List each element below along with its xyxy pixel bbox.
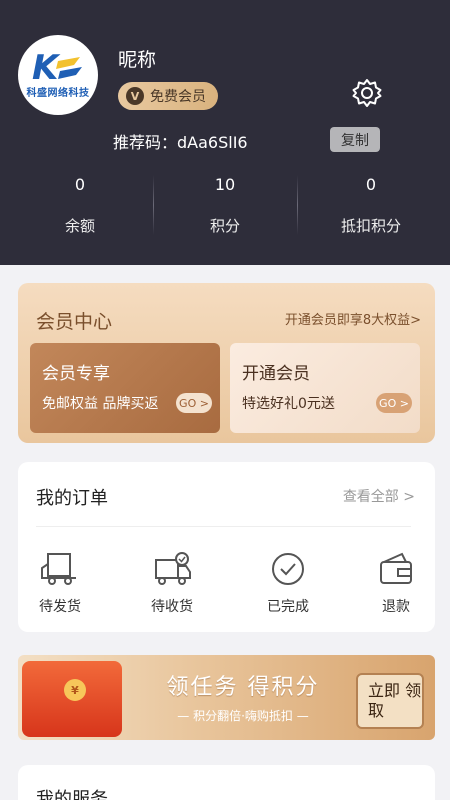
stat-value: 0 (74, 175, 86, 194)
referral-code: 推荐码：dAa6SlI6 (113, 133, 248, 152)
truck-check-icon (155, 552, 191, 585)
claim-now-button[interactable]: 立即 领取 (356, 673, 424, 729)
banner-text: 领任务 得积分 — 积分翻倍·嗨购抵扣 — (138, 669, 348, 724)
coin-icon: ¥ (64, 679, 86, 701)
stat-value: 0 (365, 175, 377, 194)
card-title: 会员专享 (42, 364, 110, 384)
view-all-orders-link[interactable]: 查看全部 > (343, 486, 415, 506)
order-pending-shipment[interactable]: 待发货 (20, 552, 100, 616)
red-envelope-icon: ¥ (22, 661, 122, 737)
join-membership-card[interactable]: 开通会员 特选好礼0元送 GO > (230, 343, 420, 433)
member-level-badge[interactable]: V 免费会员 (118, 82, 218, 110)
order-refund[interactable]: 退款 (356, 552, 436, 616)
stat-points[interactable]: 10 积分 (150, 175, 300, 236)
task-points-banner[interactable]: ¥ 领任务 得积分 — 积分翻倍·嗨购抵扣 — 立即 领取 (18, 655, 435, 740)
order-label: 待发货 (39, 599, 81, 615)
check-circle-icon (272, 553, 304, 585)
member-level-label: 免费会员 (150, 89, 206, 105)
member-center-title: 会员中心 (36, 311, 113, 333)
member-exclusive-card[interactable]: 会员专享 免邮权益 品牌买返 GO > (30, 343, 220, 433)
divider (36, 526, 411, 527)
profile-header: K 科盛网络科技 昵称 V 免费会员 推荐码：dAa6SlI6 复制 0 余额 … (0, 0, 450, 265)
avatar[interactable]: K 科盛网络科技 (18, 35, 98, 115)
orders-title: 我的订单 (36, 488, 108, 509)
card-title: 开通会员 (242, 364, 310, 384)
go-button[interactable]: GO > (376, 393, 412, 413)
stat-value: 10 (214, 175, 236, 194)
order-pending-receipt[interactable]: 待收货 (132, 552, 212, 616)
avatar-logo-text: 科盛网络科技 (26, 88, 90, 99)
card-subtitle: 免邮权益 品牌买返 (42, 396, 159, 412)
order-completed[interactable]: 已完成 (248, 552, 328, 616)
stat-label: 积分 (209, 217, 240, 235)
truck-box-icon (41, 553, 76, 585)
stat-label: 余额 (64, 217, 95, 235)
settings-gear-icon[interactable] (352, 78, 382, 108)
services-title: 我的服务 (36, 789, 108, 800)
member-center-card: 会员中心 开通会员即享8大权益> 会员专享 免邮权益 品牌买返 GO > 开通会… (18, 283, 435, 443)
banner-subline: — 积分翻倍·嗨购抵扣 — (177, 709, 309, 723)
wallet-icon (380, 552, 412, 584)
banner-headline: 领任务 得积分 (166, 675, 320, 700)
card-subtitle: 特选好礼0元送 (242, 396, 335, 412)
order-label: 待收货 (151, 599, 193, 615)
stat-balance[interactable]: 0 余额 (5, 175, 155, 236)
member-benefits-link[interactable]: 开通会员即享8大权益> (285, 309, 421, 328)
my-orders-card: 我的订单 查看全部 > 待发货 待收货 已完成 退款 (18, 462, 435, 632)
nickname[interactable]: 昵称 (118, 45, 156, 72)
my-services-card: 我的服务 (18, 765, 435, 800)
stat-deduct-points[interactable]: 0 抵扣积分 (296, 175, 446, 236)
order-label: 退款 (382, 599, 410, 615)
vip-icon: V (126, 87, 144, 105)
company-logo-icon: K (32, 48, 82, 88)
order-label: 已完成 (267, 599, 309, 615)
stat-label: 抵扣积分 (340, 217, 401, 235)
go-button[interactable]: GO > (176, 393, 212, 413)
copy-referral-button[interactable]: 复制 (330, 127, 380, 152)
